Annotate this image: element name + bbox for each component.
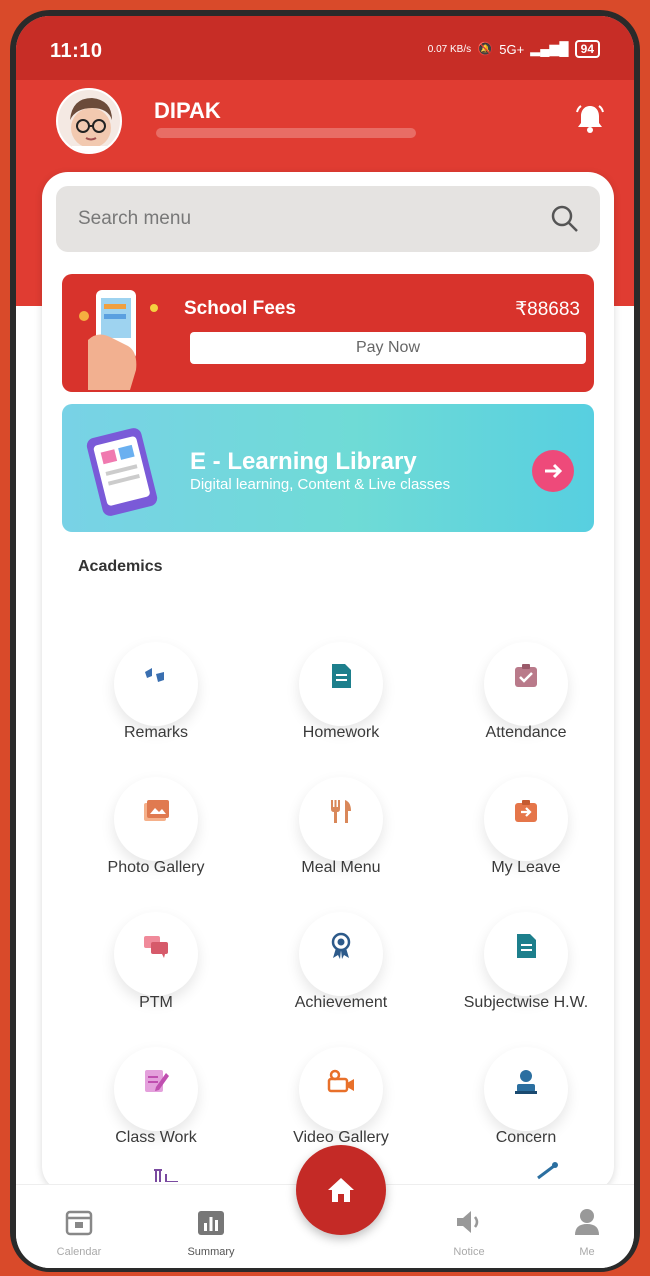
elearning-title: E - Learning Library bbox=[190, 448, 417, 475]
tile-circle bbox=[114, 642, 198, 726]
meal-menu-icon bbox=[331, 800, 351, 823]
app-screen: 11:10 0.07 KB/s 🔕 5G+ ▂▄▆█ 94 DIPAK Sear… bbox=[16, 16, 634, 1268]
nav-label: Me bbox=[579, 1246, 595, 1258]
tile-label: Class Work bbox=[115, 1129, 197, 1146]
leave-icon bbox=[515, 800, 537, 822]
tile-circle bbox=[114, 777, 198, 861]
summary-icon bbox=[198, 1211, 224, 1235]
search-placeholder[interactable]: Search menu bbox=[78, 208, 191, 230]
signal-icon: ▂▄▆█ bbox=[530, 41, 569, 56]
achievement-icon bbox=[331, 932, 351, 959]
attendance-icon bbox=[515, 664, 537, 687]
partial-tile-icon bbox=[152, 1168, 182, 1183]
tile-circle bbox=[484, 912, 568, 996]
tile-circle bbox=[299, 1047, 383, 1131]
academics-section: Academics Remarks Homework Attendance Ph… bbox=[62, 548, 594, 1192]
class-work-icon bbox=[145, 1070, 169, 1092]
tile-circle bbox=[484, 1047, 568, 1131]
profile-icon bbox=[575, 1209, 599, 1235]
menu-tile-photo-gallery[interactable]: Photo Gallery bbox=[70, 735, 242, 876]
tile-label: Concern bbox=[495, 1129, 557, 1146]
tile-circle bbox=[299, 777, 383, 861]
battery-indicator: 94 bbox=[574, 40, 600, 58]
nav-label: Summary bbox=[187, 1246, 235, 1258]
arrow-right-icon[interactable] bbox=[532, 450, 574, 492]
menu-tile-meal-menu[interactable]: Meal Menu bbox=[255, 735, 427, 876]
concern-icon bbox=[515, 1070, 537, 1094]
menu-tile-ptm[interactable]: PTM bbox=[70, 870, 242, 1011]
net-speed: 0.07 KB/s bbox=[427, 43, 472, 55]
tile-circle bbox=[299, 912, 383, 996]
user-name: DIPAK bbox=[154, 98, 221, 123]
menu-tile-class-work[interactable]: Class Work bbox=[70, 1005, 242, 1146]
nav-calendar[interactable]: Calendar bbox=[34, 1207, 124, 1258]
pay-now-button[interactable]: Pay Now bbox=[190, 332, 586, 364]
homework-icon bbox=[332, 664, 351, 688]
subject-homework-icon bbox=[517, 934, 536, 958]
nav-label: Notice bbox=[453, 1246, 485, 1258]
home-icon bbox=[328, 1178, 354, 1202]
elearning-subtitle: Digital learning, Content & Live classes bbox=[190, 476, 451, 493]
menu-tile-my-leave[interactable]: My Leave bbox=[440, 735, 612, 876]
network-type: 5G+ bbox=[499, 41, 525, 57]
search-icon[interactable] bbox=[550, 204, 580, 234]
nav-label: Calendar bbox=[56, 1246, 102, 1258]
nav-summary[interactable]: Summary bbox=[166, 1207, 256, 1258]
tile-circle bbox=[484, 642, 568, 726]
tile-circle bbox=[114, 912, 198, 996]
search-bar[interactable]: Search menu bbox=[56, 186, 600, 252]
nav-notice[interactable]: Notice bbox=[424, 1207, 514, 1258]
menu-tile-subjectwise-homework[interactable]: Subjectwise H.W. bbox=[440, 870, 612, 1011]
academics-heading: Academics bbox=[78, 558, 163, 575]
school-fees-amount: ₹88683 bbox=[515, 299, 580, 320]
status-time: 11:10 bbox=[50, 40, 103, 62]
elearning-banner[interactable]: E - Learning Library Digital learning, C… bbox=[62, 404, 594, 532]
ptm-icon bbox=[144, 936, 168, 958]
user-subtitle-redacted bbox=[156, 128, 416, 138]
remarks-icon bbox=[145, 668, 164, 682]
nav-me[interactable]: Me bbox=[542, 1207, 632, 1258]
menu-tile-concern[interactable]: Concern bbox=[440, 1005, 612, 1146]
calendar-icon bbox=[65, 1210, 93, 1236]
mute-icon: 🔕 bbox=[477, 41, 494, 56]
home-button[interactable] bbox=[296, 1145, 386, 1235]
bell-icon[interactable] bbox=[572, 100, 608, 136]
menu-tile-video-gallery[interactable]: Video Gallery bbox=[255, 1005, 427, 1146]
main-card: Search menu School Fees ₹88683 Pay Now E… bbox=[42, 172, 614, 1192]
menu-tile-remarks[interactable]: Remarks bbox=[70, 600, 242, 741]
notice-icon bbox=[457, 1211, 479, 1233]
tile-circle bbox=[114, 1047, 198, 1131]
tile-circle bbox=[484, 777, 568, 861]
phone-hand-illustration bbox=[79, 290, 158, 390]
status-bar: 11:10 0.07 KB/s 🔕 5G+ ▂▄▆█ 94 bbox=[16, 16, 634, 80]
tile-circle bbox=[299, 642, 383, 726]
school-fees-title: School Fees bbox=[184, 298, 296, 319]
video-gallery-icon bbox=[327, 1069, 354, 1093]
tablet-illustration bbox=[86, 428, 158, 516]
school-fees-banner: School Fees ₹88683 Pay Now bbox=[62, 274, 594, 392]
status-icons: 0.07 KB/s 🔕 5G+ ▂▄▆█ 94 bbox=[428, 40, 600, 58]
photo-gallery-icon bbox=[144, 800, 169, 821]
menu-tile-achievement[interactable]: Achievement bbox=[255, 870, 427, 1011]
partial-tile-icon bbox=[534, 1160, 560, 1182]
phone-frame: 11:10 0.07 KB/s 🔕 5G+ ▂▄▆█ 94 DIPAK Sear… bbox=[10, 10, 640, 1272]
bottom-navigation: Calendar Summary Notice Me bbox=[16, 1145, 634, 1268]
menu-tile-homework[interactable]: Homework bbox=[255, 600, 427, 741]
menu-tile-attendance[interactable]: Attendance bbox=[440, 600, 612, 741]
avatar[interactable] bbox=[56, 88, 122, 154]
